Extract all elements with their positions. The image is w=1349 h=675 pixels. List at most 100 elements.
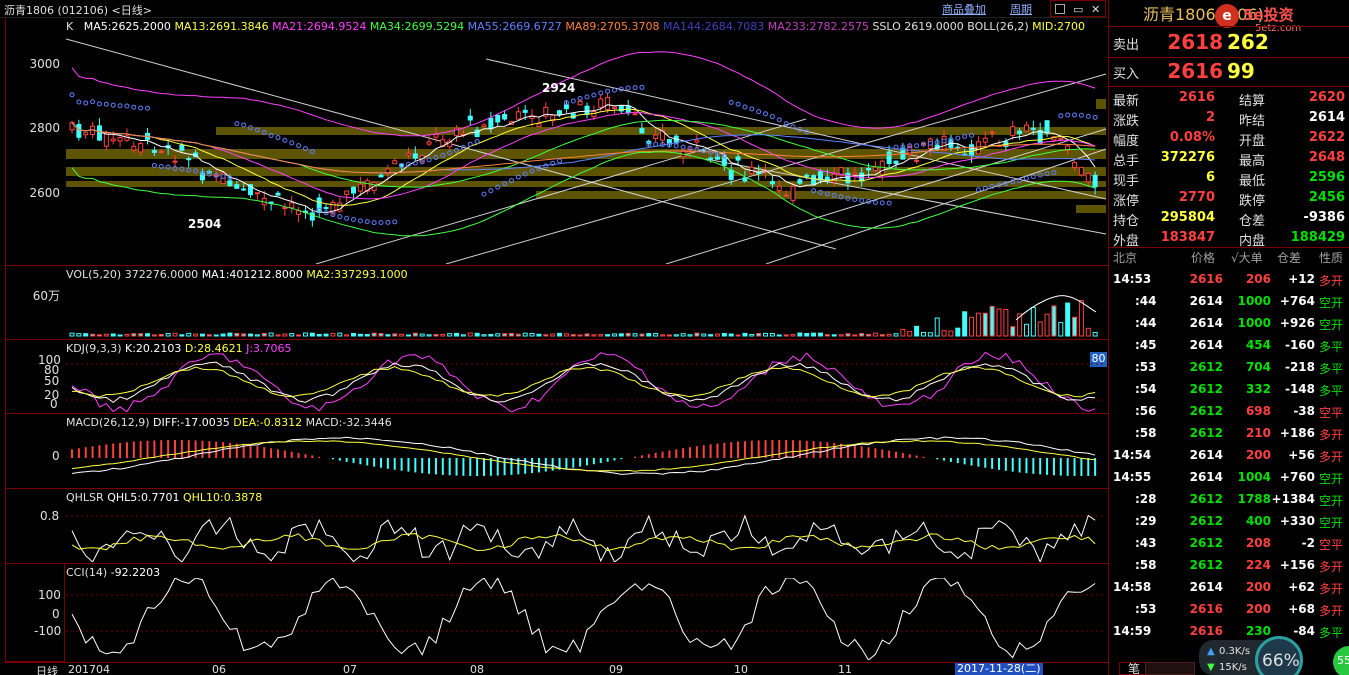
tick-row[interactable]: :53 2612 704 -218 多平	[1109, 358, 1349, 378]
sar-dot	[591, 92, 597, 98]
qhlsr-chart[interactable]	[66, 500, 1108, 562]
volume-bar	[337, 332, 343, 337]
sar-dot	[872, 199, 878, 205]
tick-row[interactable]: 14:53 2616 206 +12 多开	[1109, 270, 1349, 290]
toolbar-button-group[interactable]: ▭ ✕	[1050, 0, 1106, 17]
volume-bar	[728, 333, 734, 337]
candle-body	[522, 109, 528, 113]
macd-bar	[778, 440, 781, 458]
tick-price: 2612	[1189, 492, 1223, 506]
tick-type: 多平	[1319, 384, 1344, 398]
volume-bar	[502, 333, 508, 337]
candle-body	[96, 125, 102, 141]
high-annotation: 2924	[542, 81, 576, 95]
volume-bar	[330, 332, 336, 337]
price-candlestick-chart[interactable]	[66, 19, 1108, 264]
ma233-label: MA233:2782.2575	[767, 20, 869, 33]
macd-bar	[599, 458, 602, 464]
kdj-chart[interactable]	[66, 352, 1108, 412]
window-square-icon[interactable]	[1055, 4, 1065, 14]
tick-row[interactable]: 14:54 2614 200 +56 多开	[1109, 446, 1349, 466]
macd-bar	[620, 458, 623, 460]
macd-chart[interactable]	[66, 428, 1108, 488]
panel-divider	[5, 563, 1108, 564]
sar-dot	[570, 98, 576, 104]
tick-time: :45	[1135, 338, 1157, 352]
tick-time: :44	[1135, 294, 1157, 308]
candle-body	[316, 197, 322, 213]
tick-row[interactable]: :44 2614 1000 +764 空开	[1109, 292, 1349, 312]
volume-bar	[838, 334, 844, 337]
macd-bar	[331, 458, 334, 460]
quote-label: 昨结	[1239, 114, 1266, 129]
tick-row[interactable]: :58 2612 210 +186 多开	[1109, 424, 1349, 444]
tick-row[interactable]: :54 2612 332 -148 多平	[1109, 380, 1349, 400]
macd-bar	[194, 440, 197, 458]
tick-time: :53	[1135, 360, 1157, 374]
tick-row[interactable]: :29 2612 400 +330 空开	[1109, 512, 1349, 532]
quote-value: 372276	[1160, 150, 1215, 165]
tick-row[interactable]: 14:55 2614 1004 +760 空开	[1109, 468, 1349, 488]
macd-bar	[112, 443, 115, 458]
sar-dot	[90, 99, 96, 105]
window-restore-icon[interactable]: ▭	[1073, 3, 1083, 16]
volume-bar	[357, 333, 363, 337]
window-close-icon[interactable]: ✕	[1091, 3, 1100, 16]
macd-bar	[91, 446, 94, 458]
quote-value: 2616	[1178, 90, 1215, 105]
volume-bar	[454, 332, 460, 337]
candle-body	[1078, 166, 1084, 176]
tick-row[interactable]: :43 2612 208 -2 空平	[1109, 534, 1349, 554]
volume-bar	[989, 305, 995, 337]
volume-bar	[811, 332, 817, 337]
kdj-j-line	[71, 352, 1096, 412]
sar-dot	[632, 84, 638, 90]
macd-bar	[730, 442, 733, 458]
tick-row[interactable]: :58 2612 224 +156 多开	[1109, 556, 1349, 576]
volume-bar	[872, 332, 878, 337]
tick-oi-change: +62	[1288, 580, 1315, 594]
quote-label: 涨跌	[1113, 114, 1140, 129]
tick-price: 2612	[1189, 558, 1223, 572]
tick-type: 空平	[1319, 538, 1344, 552]
tick-row[interactable]: 14:59 2616 230 -84 多平	[1109, 622, 1349, 642]
chart-title: 沥青1806 (012106) <日线>	[4, 4, 152, 17]
candle-body	[653, 134, 659, 139]
volume-bar	[934, 317, 940, 337]
kdj-axis-label: 0	[50, 397, 58, 411]
sell-row[interactable]: 卖出 2618 262	[1109, 30, 1349, 56]
buy-row[interactable]: 买入 2616 99	[1109, 59, 1349, 85]
tick-price: 2612	[1189, 382, 1223, 396]
tick-volume: 704	[1245, 360, 1271, 374]
candle-body	[323, 206, 329, 209]
candle-body	[831, 173, 837, 183]
sar-dot	[83, 100, 89, 106]
tick-row[interactable]: :53 2616 200 +68 多开	[1109, 600, 1349, 620]
volume-bar	[364, 333, 370, 337]
macd-bar	[915, 455, 918, 458]
tick-row[interactable]: :28 2612 1788 +1384 空开	[1109, 490, 1349, 510]
cci-chart[interactable]	[66, 578, 1108, 660]
volume-chart[interactable]	[66, 280, 1108, 338]
sar-dot	[879, 200, 885, 206]
candle-body	[515, 111, 521, 120]
qhlsr-axis-label: 0.8	[40, 509, 60, 523]
macd-bar	[366, 458, 369, 466]
volume-bar	[151, 334, 157, 337]
macd-bar	[407, 458, 410, 472]
volume-bar	[907, 330, 913, 337]
tick-row[interactable]: 14:58 2614 200 +62 多开	[1109, 578, 1349, 598]
candle-body	[254, 192, 260, 195]
status-badge[interactable]: 55	[1333, 646, 1349, 675]
quote-label: 幅度	[1113, 134, 1140, 149]
volume-bar	[543, 334, 549, 337]
tick-row[interactable]: :45 2614 454 -160 多平	[1109, 336, 1349, 356]
period-link[interactable]: 周期	[1010, 1, 1032, 17]
tick-row[interactable]: :44 2614 1000 +926 空开	[1109, 314, 1349, 334]
macd-bar	[750, 440, 753, 458]
volume-bar	[591, 334, 597, 337]
macd-bar	[263, 447, 266, 458]
overlay-goods-link[interactable]: 商品叠加	[942, 1, 986, 17]
macd-bar	[283, 450, 286, 458]
tick-row[interactable]: :56 2612 698 -38 空平	[1109, 402, 1349, 422]
